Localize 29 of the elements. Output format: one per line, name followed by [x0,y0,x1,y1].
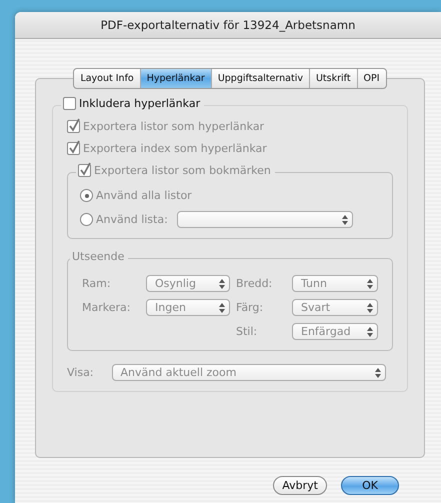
checkbox-label: Exportera listor som hyperlänkar [83,120,264,133]
popup-menu[interactable] [176,211,353,228]
checkbox-label: Inkludera hyperlänkar [79,97,200,110]
ok-button[interactable]: OK [341,476,399,495]
stepper-arrows-icon [342,214,348,224]
field-label: Visa: [67,366,94,379]
tab[interactable]: Hyperlänkar [140,69,211,88]
checkbox-label: Exportera index som hyperlänkar [83,142,267,155]
window-title: PDF-exportalternativ för 13924_Arbetsnamn [100,18,356,32]
group-title: Utseende [72,250,124,263]
field-label: Ram: [82,277,112,290]
cancel-button[interactable]: Avbryt [273,476,327,495]
stepper-arrows-icon [219,302,225,312]
stepper-arrows-icon [219,278,225,288]
field-label: Stil: [236,325,258,338]
tab[interactable]: OPI [356,69,386,88]
checkbox-label: Exportera listor som bokmärken [94,164,271,177]
radio-label: Använd alla listor [96,189,192,202]
radio-label: Använd lista: [96,213,168,226]
stepper-arrows-icon [374,368,381,378]
tab[interactable]: Uppgiftsalternativ [210,69,309,88]
field-label: Bredd: [236,277,274,290]
tab[interactable]: Layout Info [74,69,140,88]
field-label: Färg: [236,301,264,314]
field-label: Markera: [82,301,132,314]
tab[interactable]: Utskrift [308,69,357,88]
stepper-arrows-icon [367,326,373,336]
stepper-arrows-icon [367,278,373,288]
stepper-arrows-icon [367,302,373,312]
